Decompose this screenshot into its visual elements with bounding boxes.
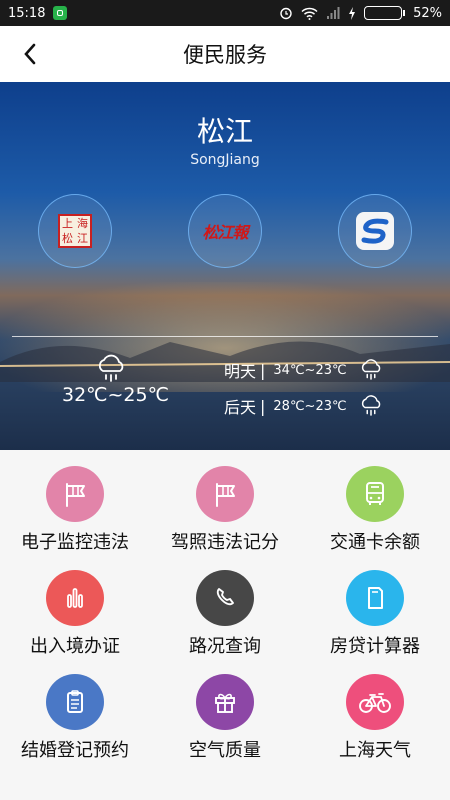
service-label: 出入境办证: [30, 636, 120, 657]
back-button[interactable]: [14, 38, 46, 70]
forecast-tomorrow: 明天 | 34℃~23℃: [224, 358, 383, 382]
service-label: 驾照违法记分: [171, 532, 279, 553]
rain-cloud-icon: [361, 395, 380, 416]
service-air-quality[interactable]: 空气质量: [150, 658, 300, 762]
s-logo-icon: [356, 212, 394, 250]
status-time: 15:18: [8, 5, 46, 21]
document-icon: [368, 587, 383, 609]
phone-icon: [216, 588, 234, 606]
battery-percent: 52%: [413, 5, 442, 21]
app-notification-icon: [53, 6, 68, 20]
service-mortgage-calculator[interactable]: 房贷计算器: [300, 554, 450, 658]
status-bar: 15:18 52%: [0, 0, 450, 26]
service-transit-card-balance[interactable]: 交通卡余额: [300, 450, 450, 554]
gift-icon: [215, 693, 235, 713]
seal-char: 松: [62, 231, 73, 245]
windsock-icon: [216, 483, 235, 507]
service-label: 空气质量: [189, 740, 261, 761]
forecast-temperature: 34℃~23℃: [273, 362, 347, 378]
forecast-temperature: 28℃~23℃: [273, 398, 347, 414]
service-label: 上海天气: [339, 740, 411, 761]
status-icons: 52%: [279, 6, 442, 21]
city-pinyin: SongJiang: [190, 152, 260, 168]
city-banner: 松江 SongJiang 上海松江 松江報 32℃~25℃ 明天 | 34℃~2…: [0, 82, 450, 450]
signal-icon: [327, 6, 340, 19]
alarm-icon: [280, 7, 292, 20]
forecast-separator: |: [260, 360, 266, 380]
service-icon-circle: [346, 570, 404, 626]
service-marriage-registration[interactable]: 结婚登记预约: [0, 658, 150, 762]
banner-divider: [12, 336, 438, 337]
service-label: 交通卡余额: [330, 532, 420, 553]
shanghai-songjiang-link[interactable]: 上海松江: [38, 194, 112, 268]
service-license-points[interactable]: 驾照违法记分: [150, 450, 300, 554]
service-label: 房贷计算器: [330, 636, 420, 657]
service-icon-circle: [46, 674, 104, 730]
bicycle-icon: [359, 693, 391, 713]
bus-icon: [366, 482, 384, 505]
service-icon-circle: [346, 674, 404, 730]
songjiang-calligraphy-icon: 松江報: [202, 223, 248, 242]
forecast-day: 明天: [224, 362, 257, 381]
service-shanghai-weather[interactable]: 上海天气: [300, 658, 450, 762]
forecast-day: 后天: [224, 398, 257, 417]
service-icon-circle: [46, 570, 104, 626]
header: 便民服务: [0, 26, 450, 82]
service-icon-circle: [46, 466, 104, 522]
songjiang-news-link[interactable]: 松江報: [188, 194, 262, 268]
wifi-icon: [301, 7, 318, 20]
service-exit-entry[interactable]: 出入境办证: [0, 554, 150, 658]
service-road-conditions[interactable]: 路况查询: [150, 554, 300, 658]
service-label: 结婚登记预约: [21, 740, 129, 761]
service-icon-circle: [196, 674, 254, 730]
bar-chart-icon: [67, 588, 83, 608]
rain-cloud-icon: [361, 359, 380, 380]
service-icon-circle: [196, 466, 254, 522]
service-icon-circle: [346, 466, 404, 522]
forecast-separator: |: [260, 396, 266, 416]
battery-icon: [364, 6, 406, 20]
rain-cloud-icon: [98, 354, 124, 382]
seal-char: 江: [77, 231, 88, 245]
service-label: 电子监控违法: [21, 532, 129, 553]
forecast-day-after: 后天 | 28℃~23℃: [224, 394, 383, 418]
shanghai-songjiang-seal-icon: 上海松江: [58, 214, 92, 248]
seal-char: 海: [77, 216, 88, 230]
page-title: 便民服务: [183, 43, 267, 67]
services-grid: 电子监控违法 驾照违法记分 交通卡余额 出入境办证 路况查询 房贷计算器 结婚登…: [0, 450, 450, 800]
charging-icon: [349, 6, 356, 20]
windsock-icon: [66, 483, 85, 507]
clipboard-icon: [67, 690, 83, 713]
today-temperature: 32℃~25℃: [62, 384, 169, 406]
seal-char: 上: [62, 216, 73, 230]
city-name: 松江: [196, 115, 253, 148]
service-icon-circle: [196, 570, 254, 626]
service-label: 路况查询: [189, 636, 261, 657]
service-electronic-monitoring[interactable]: 电子监控违法: [0, 450, 150, 554]
chevron-left-icon: [24, 43, 36, 65]
s-app-link[interactable]: [338, 194, 412, 268]
